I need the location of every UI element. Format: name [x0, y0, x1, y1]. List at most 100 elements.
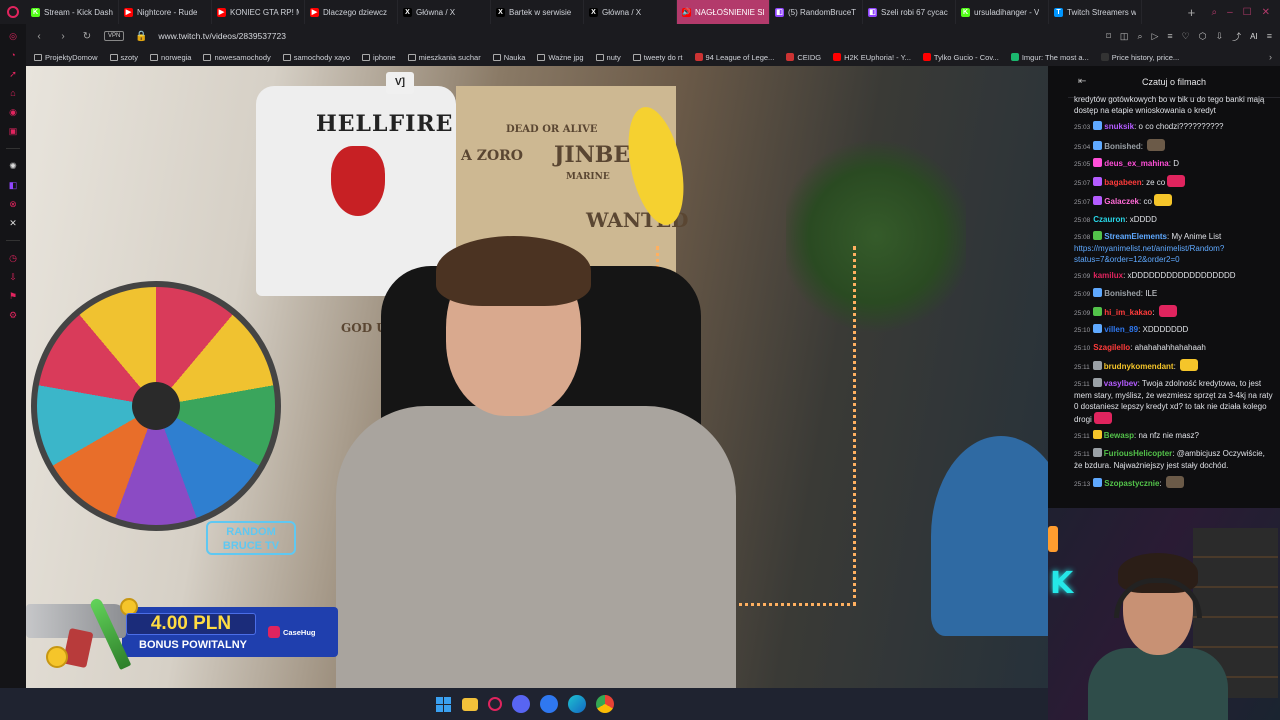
chat-emote-icon[interactable] — [1180, 358, 1199, 371]
ai-button[interactable]: AI — [1250, 32, 1258, 41]
collapse-chat-icon[interactable]: ⇤ — [1078, 76, 1086, 87]
menu-list-icon[interactable]: ≡ — [1167, 31, 1172, 41]
chat-timestamp[interactable]: 25:08 — [1074, 217, 1090, 224]
bookmark-item[interactable]: Imgur: The most a... — [1010, 53, 1089, 62]
chat-badge-icon[interactable] — [1093, 121, 1103, 131]
aria-icon[interactable]: ◔ — [7, 49, 19, 61]
chat-timestamp[interactable]: 25:09 — [1074, 310, 1090, 317]
chat-timestamp[interactable]: 25:07 — [1074, 199, 1090, 206]
file-explorer-icon[interactable] — [462, 697, 478, 711]
tab-search-icon[interactable]: ⌕ — [1137, 31, 1142, 42]
bookmark-icon[interactable]: ⌑ — [1106, 31, 1111, 42]
cube-icon[interactable]: ⬡ — [1199, 31, 1207, 42]
chatgpt-icon[interactable]: ✺ — [7, 160, 19, 172]
bookmark-item[interactable]: 94 League of Lege... — [694, 53, 774, 62]
play-icon[interactable]: ▷ — [1151, 31, 1158, 42]
chat-timestamp[interactable]: 25:07 — [1074, 180, 1090, 187]
chat-link[interactable]: https://myanimelist.net/animelist/Random… — [1074, 244, 1224, 264]
chat-timestamp[interactable]: 25:11 — [1074, 364, 1090, 371]
bookmark-item[interactable]: Price history, price... — [1100, 53, 1179, 62]
discord-icon[interactable] — [512, 695, 530, 713]
url-field[interactable]: www.twitch.tv/videos/2839537723 — [158, 31, 1096, 41]
heart-icon[interactable]: ♡ — [1182, 31, 1190, 42]
chat-badge-icon[interactable] — [1093, 478, 1103, 488]
chrome-icon[interactable] — [596, 695, 614, 713]
chat-username[interactable]: snuksik — [1104, 122, 1134, 131]
windows-start-icon[interactable] — [434, 695, 452, 713]
chat-username[interactable]: Galaczek — [1104, 197, 1139, 206]
chat-timestamp[interactable]: 25:11 — [1074, 451, 1090, 458]
chat-timestamp[interactable]: 25:08 — [1074, 234, 1090, 241]
minimize-icon[interactable]: – — [1227, 7, 1233, 18]
twitch-icon[interactable]: ◧ — [7, 179, 19, 191]
extensions-icon[interactable]: ⚑ — [7, 290, 19, 302]
chat-badge-icon[interactable] — [1093, 231, 1103, 241]
chat-badge-icon[interactable] — [1093, 157, 1103, 167]
chat-username[interactable]: Szopastycznie — [1104, 479, 1159, 488]
bookmark-item[interactable]: tweety do rt — [632, 53, 683, 62]
video-player[interactable]: HELLFIRE CLUB DEAD OR ALIVE JINBE A ZORO… — [26, 66, 1048, 688]
messenger-icon[interactable] — [540, 695, 558, 713]
chat-username[interactable]: villen_89 — [1104, 325, 1138, 334]
chat-timestamp[interactable]: 25:05 — [1074, 161, 1090, 168]
chat-badge-icon[interactable] — [1092, 430, 1102, 440]
chat-username[interactable]: Bonished — [1104, 289, 1140, 298]
chat-badge-icon[interactable] — [1092, 447, 1102, 457]
chat-username[interactable]: deus_ex_mahina — [1104, 159, 1168, 168]
chat-username[interactable]: brudnykomendant — [1104, 362, 1174, 371]
new-tab-button[interactable]: + — [1181, 5, 1201, 20]
chat-username[interactable]: FuriousHelicopter — [1104, 449, 1172, 458]
chat-badge-icon[interactable] — [1093, 324, 1103, 334]
back-icon[interactable]: ‹ — [32, 31, 46, 42]
chat-username[interactable]: vasylbev — [1104, 379, 1138, 388]
browser-tab[interactable]: X Główna / X — [584, 0, 677, 24]
speed-dial-icon[interactable]: ◎ — [7, 30, 19, 42]
vod-chapter-icon[interactable]: V] — [386, 72, 414, 94]
chat-emote-icon[interactable] — [1167, 175, 1186, 188]
chat-timestamp[interactable]: 25:11 — [1074, 381, 1090, 388]
bookmark-item[interactable]: iphone — [362, 53, 396, 62]
x-icon[interactable]: ✕ — [7, 217, 19, 229]
chat-badge-icon[interactable] — [1092, 360, 1102, 370]
edge-icon[interactable] — [568, 695, 586, 713]
bookmark-item[interactable]: Tylko Gucio - Cov... — [922, 53, 999, 62]
bookmark-item[interactable]: ProjektyDomow — [34, 53, 98, 62]
menu-icon[interactable]: ≡ — [1267, 31, 1272, 41]
opera-icon[interactable] — [488, 697, 502, 711]
chat-timestamp[interactable]: 25:11 — [1074, 433, 1090, 440]
bookmark-item[interactable]: nuty — [595, 53, 621, 62]
history-icon[interactable]: ◷ — [7, 252, 19, 264]
opera-logo-icon[interactable] — [0, 0, 26, 24]
bookmark-item[interactable]: mieszkania suchar — [407, 53, 481, 62]
chat-username[interactable]: Czauron — [1093, 215, 1125, 224]
bookmark-item[interactable]: Ważne jpg — [537, 53, 584, 62]
chat-badge-icon[interactable] — [1093, 196, 1103, 206]
snapshot-icon[interactable]: ◫ — [1120, 31, 1129, 42]
chat-username[interactable]: Bonished — [1104, 142, 1140, 151]
share-icon[interactable]: ⤴ — [1232, 30, 1241, 43]
chat-timestamp[interactable]: 25:09 — [1074, 291, 1090, 298]
chat-username[interactable]: hi_im_kakao — [1104, 308, 1152, 317]
chat-messages[interactable]: kredytów gotówkowych bo w bik u do tego … — [1068, 94, 1280, 508]
chat-badge-icon[interactable] — [1092, 378, 1102, 388]
vpn-badge[interactable]: VPN — [104, 31, 125, 41]
discord-icon[interactable]: ⊗ — [7, 198, 19, 210]
close-icon[interactable]: ✕ — [1262, 7, 1270, 18]
browser-tab[interactable]: Kursuladihanger - V — [956, 0, 1049, 24]
forward-icon[interactable]: › — [56, 31, 70, 42]
chat-emote-icon[interactable] — [1153, 194, 1172, 207]
bookmark-item[interactable]: norwegia — [150, 53, 191, 62]
chat-timestamp[interactable]: 25:10 — [1074, 327, 1090, 334]
bookmark-item[interactable]: samochody xayo — [282, 53, 350, 62]
browser-tab[interactable]: ▶ Dlaczego dziewcz — [305, 0, 398, 24]
bookmark-item[interactable]: nowesamochody — [203, 53, 271, 62]
chat-emote-icon[interactable] — [1147, 138, 1166, 151]
chat-timestamp[interactable]: 25:13 — [1074, 481, 1090, 488]
bookmark-item[interactable]: CEIDG — [786, 53, 821, 62]
reload-icon[interactable]: ↻ — [80, 31, 94, 42]
bookmark-item[interactable]: szoty — [109, 53, 138, 62]
chat-timestamp[interactable]: 25:04 — [1074, 144, 1090, 151]
chat-emote-icon[interactable] — [1165, 476, 1184, 489]
download-icon[interactable]: ⇩ — [1216, 31, 1224, 42]
downloads-icon[interactable]: ⇩ — [7, 271, 19, 283]
